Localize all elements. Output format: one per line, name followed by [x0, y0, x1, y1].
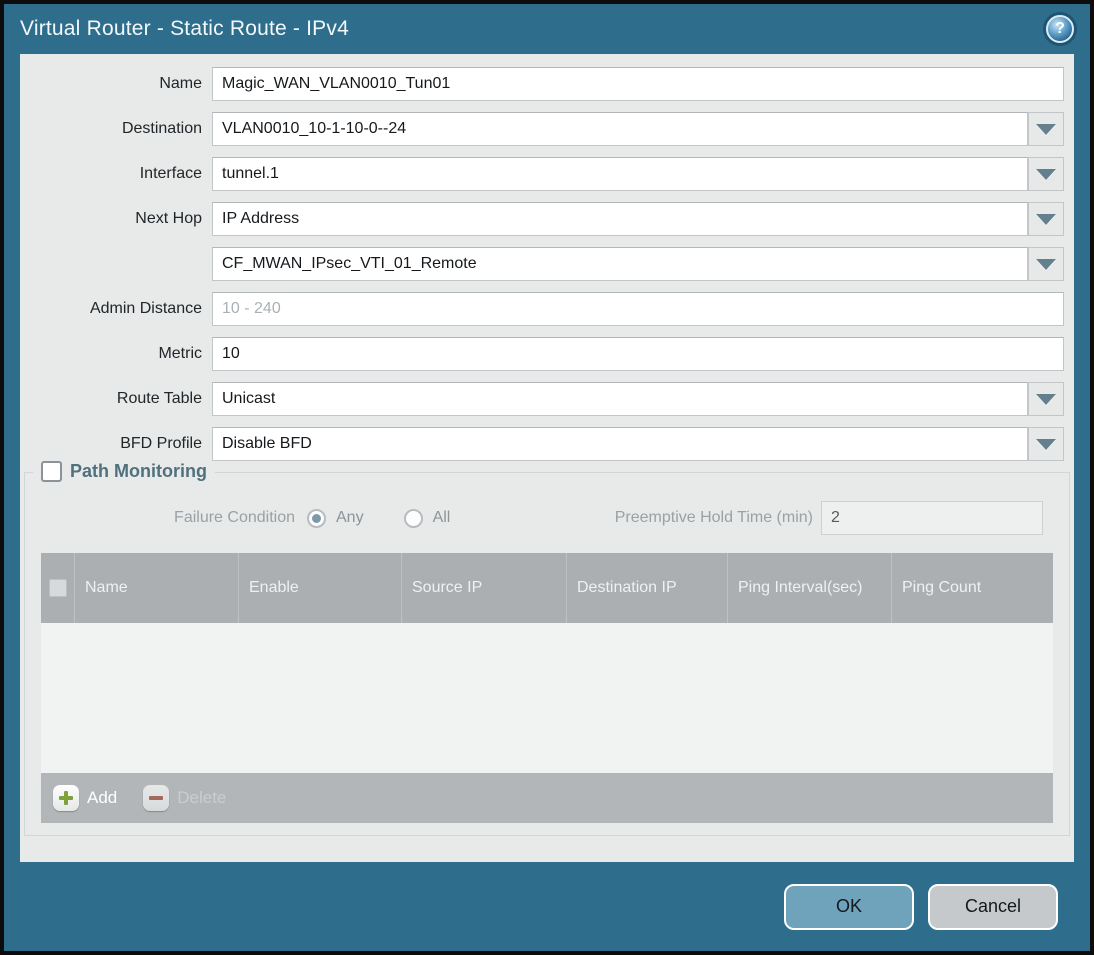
- path-monitoring-title: Path Monitoring: [70, 461, 207, 481]
- failure-condition-label: Failure Condition: [174, 509, 295, 526]
- delete-button-label: Delete: [177, 788, 227, 807]
- chevron-down-icon: [1036, 123, 1056, 135]
- form-row-admin-distance: Admin Distance: [20, 292, 1064, 326]
- dialog-footer: OK Cancel: [4, 862, 1090, 951]
- form-row-metric: Metric: [20, 337, 1064, 371]
- column-header-source-ip[interactable]: Source IP: [402, 553, 567, 623]
- path-monitoring-table: Name Enable Source IP Destination IP Pin…: [41, 553, 1053, 823]
- bfd-profile-label: BFD Profile: [120, 435, 202, 452]
- failure-condition-radio-all[interactable]: [403, 508, 423, 528]
- column-header-destination-ip[interactable]: Destination IP: [567, 553, 728, 623]
- dialog-content: Name Destination Interface Next Hop: [20, 54, 1074, 862]
- chevron-down-icon: [1036, 213, 1056, 225]
- table-toolbar: Add Delete: [41, 773, 1053, 823]
- path-monitoring-legend: Path Monitoring: [33, 461, 215, 482]
- next-hop-address-dropdown-button[interactable]: [1028, 247, 1064, 281]
- form-row-bfd-profile: BFD Profile: [20, 427, 1064, 461]
- column-header-ping-count[interactable]: Ping Count: [892, 553, 1053, 623]
- admin-distance-label: Admin Distance: [89, 300, 202, 317]
- failure-condition-all-label: All: [432, 509, 451, 526]
- dialog-title: Virtual Router - Static Route - IPv4: [20, 17, 349, 40]
- minus-icon: [143, 785, 170, 811]
- column-header-enable[interactable]: Enable: [239, 553, 402, 623]
- chevron-down-icon: [1036, 438, 1056, 450]
- delete-button[interactable]: Delete: [143, 785, 226, 811]
- route-table-input[interactable]: [212, 382, 1028, 416]
- preemptive-hold-time-label: Preemptive Hold Time (min): [614, 509, 813, 526]
- table-body-empty: [41, 623, 1053, 773]
- metric-input[interactable]: [212, 337, 1064, 371]
- chevron-down-icon: [1036, 393, 1056, 405]
- form-row-next-hop-address: [20, 247, 1064, 281]
- next-hop-address-input[interactable]: [212, 247, 1028, 281]
- dialog-titlebar: Virtual Router - Static Route - IPv4 ?: [4, 4, 1090, 54]
- form-row-interface: Interface: [20, 157, 1064, 191]
- static-route-dialog: Virtual Router - Static Route - IPv4 ? N…: [0, 0, 1094, 955]
- route-table-label: Route Table: [116, 390, 202, 407]
- interface-label: Interface: [139, 165, 202, 182]
- bfd-profile-input[interactable]: [212, 427, 1028, 461]
- column-header-ping-interval[interactable]: Ping Interval(sec): [728, 553, 892, 623]
- ok-button[interactable]: OK: [784, 883, 914, 930]
- name-label: Name: [159, 75, 202, 92]
- next-hop-type-input[interactable]: [212, 202, 1028, 236]
- form-row-destination: Destination: [20, 112, 1064, 146]
- add-button[interactable]: Add: [53, 785, 117, 811]
- plus-icon: [53, 785, 79, 811]
- next-hop-type-dropdown-button[interactable]: [1028, 202, 1064, 236]
- interface-dropdown-button[interactable]: [1028, 157, 1064, 191]
- bfd-profile-dropdown-button[interactable]: [1028, 427, 1064, 461]
- route-table-dropdown-button[interactable]: [1028, 382, 1064, 416]
- table-header-select-all: [41, 553, 75, 623]
- next-hop-label: Next Hop: [135, 210, 202, 227]
- failure-condition-row: Failure Condition Any All Preemptive Hol…: [25, 500, 1069, 536]
- name-input[interactable]: [212, 67, 1064, 101]
- interface-input[interactable]: [212, 157, 1028, 191]
- form-row-route-table: Route Table: [20, 382, 1064, 416]
- radio-dot: [312, 513, 321, 523]
- cancel-button[interactable]: Cancel: [928, 883, 1058, 930]
- failure-condition-radio-any[interactable]: [307, 508, 326, 528]
- column-header-name[interactable]: Name: [75, 553, 239, 623]
- admin-distance-input[interactable]: [212, 292, 1064, 326]
- path-monitoring-checkbox[interactable]: [41, 461, 62, 482]
- radio-dot: [409, 514, 418, 523]
- chevron-down-icon: [1036, 258, 1056, 270]
- help-icon[interactable]: ?: [1046, 15, 1074, 43]
- failure-condition-any-label: Any: [336, 509, 364, 526]
- destination-dropdown-button[interactable]: [1028, 112, 1064, 146]
- form-row-name: Name: [20, 67, 1064, 101]
- metric-label: Metric: [158, 345, 202, 362]
- add-button-label: Add: [87, 788, 118, 807]
- select-all-checkbox[interactable]: [48, 579, 67, 597]
- path-monitoring-section: Path Monitoring Failure Condition Any Al…: [24, 461, 1070, 836]
- chevron-down-icon: [1036, 168, 1056, 180]
- table-header-row: Name Enable Source IP Destination IP Pin…: [41, 553, 1053, 623]
- destination-input[interactable]: [212, 112, 1028, 146]
- form-row-next-hop: Next Hop: [20, 202, 1064, 236]
- destination-label: Destination: [121, 120, 202, 137]
- preemptive-hold-time-input[interactable]: [821, 501, 1043, 535]
